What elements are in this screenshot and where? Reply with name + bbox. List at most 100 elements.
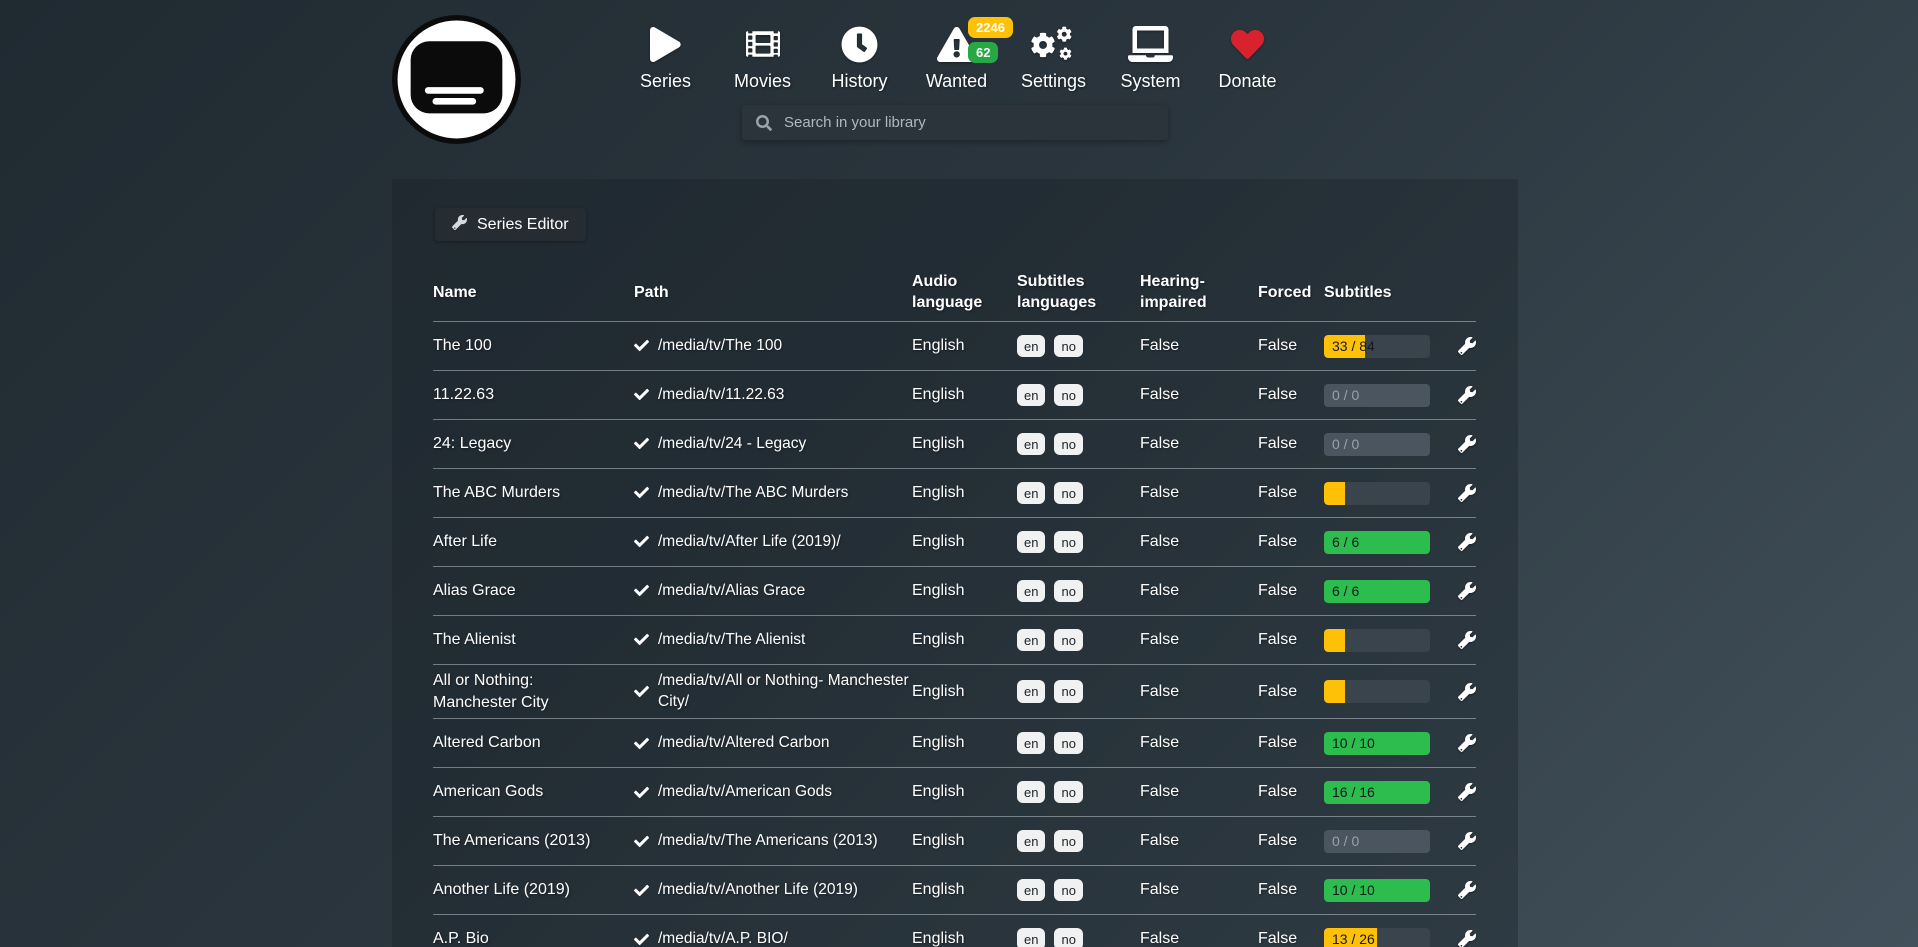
series-path-text: /media/tv/Another Life (2019)	[658, 880, 858, 901]
nav-label-system: System	[1120, 71, 1180, 92]
table-row: The Americans (2013)/media/tv/The Americ…	[433, 816, 1476, 865]
subtitles-languages-badges: enno	[1017, 923, 1140, 947]
series-path-text: /media/tv/American Gods	[658, 782, 832, 803]
wrench-icon	[1458, 930, 1476, 947]
laptop-icon	[1128, 24, 1173, 64]
subtitles-progress-label: 0 / 0	[1332, 833, 1359, 849]
nav-label-history: History	[831, 71, 887, 92]
forced-value: False	[1258, 678, 1324, 706]
subtitles-progress-label: 6 / 6	[1332, 583, 1359, 599]
series-table: NamePathAudio languageSubtitles language…	[433, 265, 1476, 947]
wrench-icon	[1458, 582, 1476, 600]
series-name: Alias Grace	[433, 575, 634, 607]
subtitles-languages-badges: enno	[1017, 776, 1140, 809]
subtitles-languages-badges: enno	[1017, 526, 1140, 559]
subtitles-progress-label: 0 / 0	[1332, 436, 1359, 452]
language-badge-no: no	[1054, 433, 1082, 456]
nav-item-donate[interactable]: Donate	[1199, 24, 1296, 92]
series-path-text: /media/tv/Altered Carbon	[658, 733, 829, 754]
language-badge-no: no	[1054, 482, 1082, 505]
language-badge-no: no	[1054, 830, 1082, 853]
series-name: 11.22.63	[433, 379, 634, 411]
series-name: 24: Legacy	[433, 428, 634, 460]
subtitles-progress-bar: 13 / 26	[1324, 928, 1430, 947]
nav-item-settings[interactable]: Settings	[1005, 24, 1102, 92]
subtitles-languages-badges: enno	[1017, 675, 1140, 708]
series-path: /media/tv/All or Nothing- Manchester Cit…	[634, 666, 912, 718]
nav-item-system[interactable]: System	[1102, 24, 1199, 92]
subtitles-progress-bar	[1324, 629, 1430, 652]
language-badge-no: no	[1054, 335, 1082, 358]
edit-series-wrench-button[interactable]	[1458, 337, 1476, 355]
edit-series-wrench-button[interactable]	[1458, 631, 1476, 649]
hearing-impaired-value: False	[1140, 626, 1258, 654]
film-icon	[746, 24, 780, 64]
series-editor-button[interactable]: Series Editor	[435, 208, 586, 241]
series-name: A.P. Bio	[433, 923, 634, 947]
edit-series-wrench-button[interactable]	[1458, 881, 1476, 899]
nav-item-series[interactable]: Series	[617, 24, 714, 92]
column-header-hearing-impaired: Hearing-impaired	[1140, 267, 1258, 319]
series-path-text: /media/tv/All or Nothing- Manchester Cit…	[658, 671, 910, 713]
table-row: The 100/media/tv/The 100EnglishennoFalse…	[433, 321, 1476, 370]
series-name: The 100	[433, 330, 634, 362]
table-row: All or Nothing: Manchester City/media/tv…	[433, 664, 1476, 718]
wrench-icon	[1458, 783, 1476, 801]
subtitles-progress-label: 6 / 6	[1332, 534, 1359, 550]
edit-series-wrench-button[interactable]	[1458, 832, 1476, 850]
edit-series-wrench-button[interactable]	[1458, 435, 1476, 453]
forced-value: False	[1258, 528, 1324, 556]
edit-series-wrench-button[interactable]	[1458, 386, 1476, 404]
wrench-icon	[1458, 435, 1476, 453]
edit-series-wrench-button[interactable]	[1458, 484, 1476, 502]
table-row: The Alienist/media/tv/The AlienistEnglis…	[433, 615, 1476, 664]
path-exists-check-icon	[634, 736, 649, 751]
hearing-impaired-value: False	[1140, 678, 1258, 706]
series-path: /media/tv/After Life (2019)/	[634, 527, 912, 558]
edit-series-wrench-button[interactable]	[1458, 683, 1476, 701]
series-path-text: /media/tv/A.P. BIO/	[658, 929, 788, 947]
nav-item-history[interactable]: History	[811, 24, 908, 92]
language-badge-no: no	[1054, 680, 1082, 703]
main-navigation: SeriesMovies History Wanted224662Settings S…	[617, 24, 1296, 92]
search-input[interactable]	[782, 113, 1168, 132]
series-name: After Life	[433, 526, 634, 558]
wanted-count-badges: 224662	[968, 17, 1013, 63]
forced-value: False	[1258, 577, 1324, 605]
series-path-text: /media/tv/Alias Grace	[658, 581, 805, 602]
column-header-name: Name	[433, 278, 634, 309]
wrench-icon	[1458, 533, 1476, 551]
table-row: After Life/media/tv/After Life (2019)/En…	[433, 517, 1476, 566]
language-badge-en: en	[1017, 732, 1045, 755]
language-badge-en: en	[1017, 580, 1045, 603]
series-path: /media/tv/Alias Grace	[634, 576, 912, 607]
play-icon	[650, 24, 681, 64]
subtitles-progress-bar: 0 / 0	[1324, 433, 1430, 456]
subtitles-progress-bar: 33 / 84	[1324, 335, 1430, 358]
wrench-icon	[1458, 683, 1476, 701]
audio-language-value: English	[912, 678, 1017, 706]
audio-language-value: English	[912, 577, 1017, 605]
bazarr-logo[interactable]	[391, 14, 522, 145]
nav-item-wanted[interactable]: Wanted224662	[908, 24, 1005, 92]
edit-series-wrench-button[interactable]	[1458, 533, 1476, 551]
forced-value: False	[1258, 729, 1324, 757]
forced-value: False	[1258, 381, 1324, 409]
subtitles-languages-badges: enno	[1017, 727, 1140, 760]
edit-series-wrench-button[interactable]	[1458, 734, 1476, 752]
gears-icon	[1030, 24, 1076, 64]
edit-series-wrench-button[interactable]	[1458, 582, 1476, 600]
edit-series-wrench-button[interactable]	[1458, 783, 1476, 801]
subtitles-languages-badges: enno	[1017, 575, 1140, 608]
hearing-impaired-value: False	[1140, 332, 1258, 360]
subtitles-languages-badges: enno	[1017, 874, 1140, 907]
content-panel: Series Editor NamePathAudio languageSubt…	[392, 179, 1518, 947]
nav-item-movies[interactable]: Movies	[714, 24, 811, 92]
subtitles-languages-badges: enno	[1017, 477, 1140, 510]
series-path: /media/tv/The ABC Murders	[634, 478, 912, 509]
subtitles-progress-label: 33 / 84	[1332, 338, 1375, 354]
edit-series-wrench-button[interactable]	[1458, 930, 1476, 947]
audio-language-value: English	[912, 332, 1017, 360]
language-badge-en: en	[1017, 781, 1045, 804]
series-name: American Gods	[433, 776, 634, 808]
